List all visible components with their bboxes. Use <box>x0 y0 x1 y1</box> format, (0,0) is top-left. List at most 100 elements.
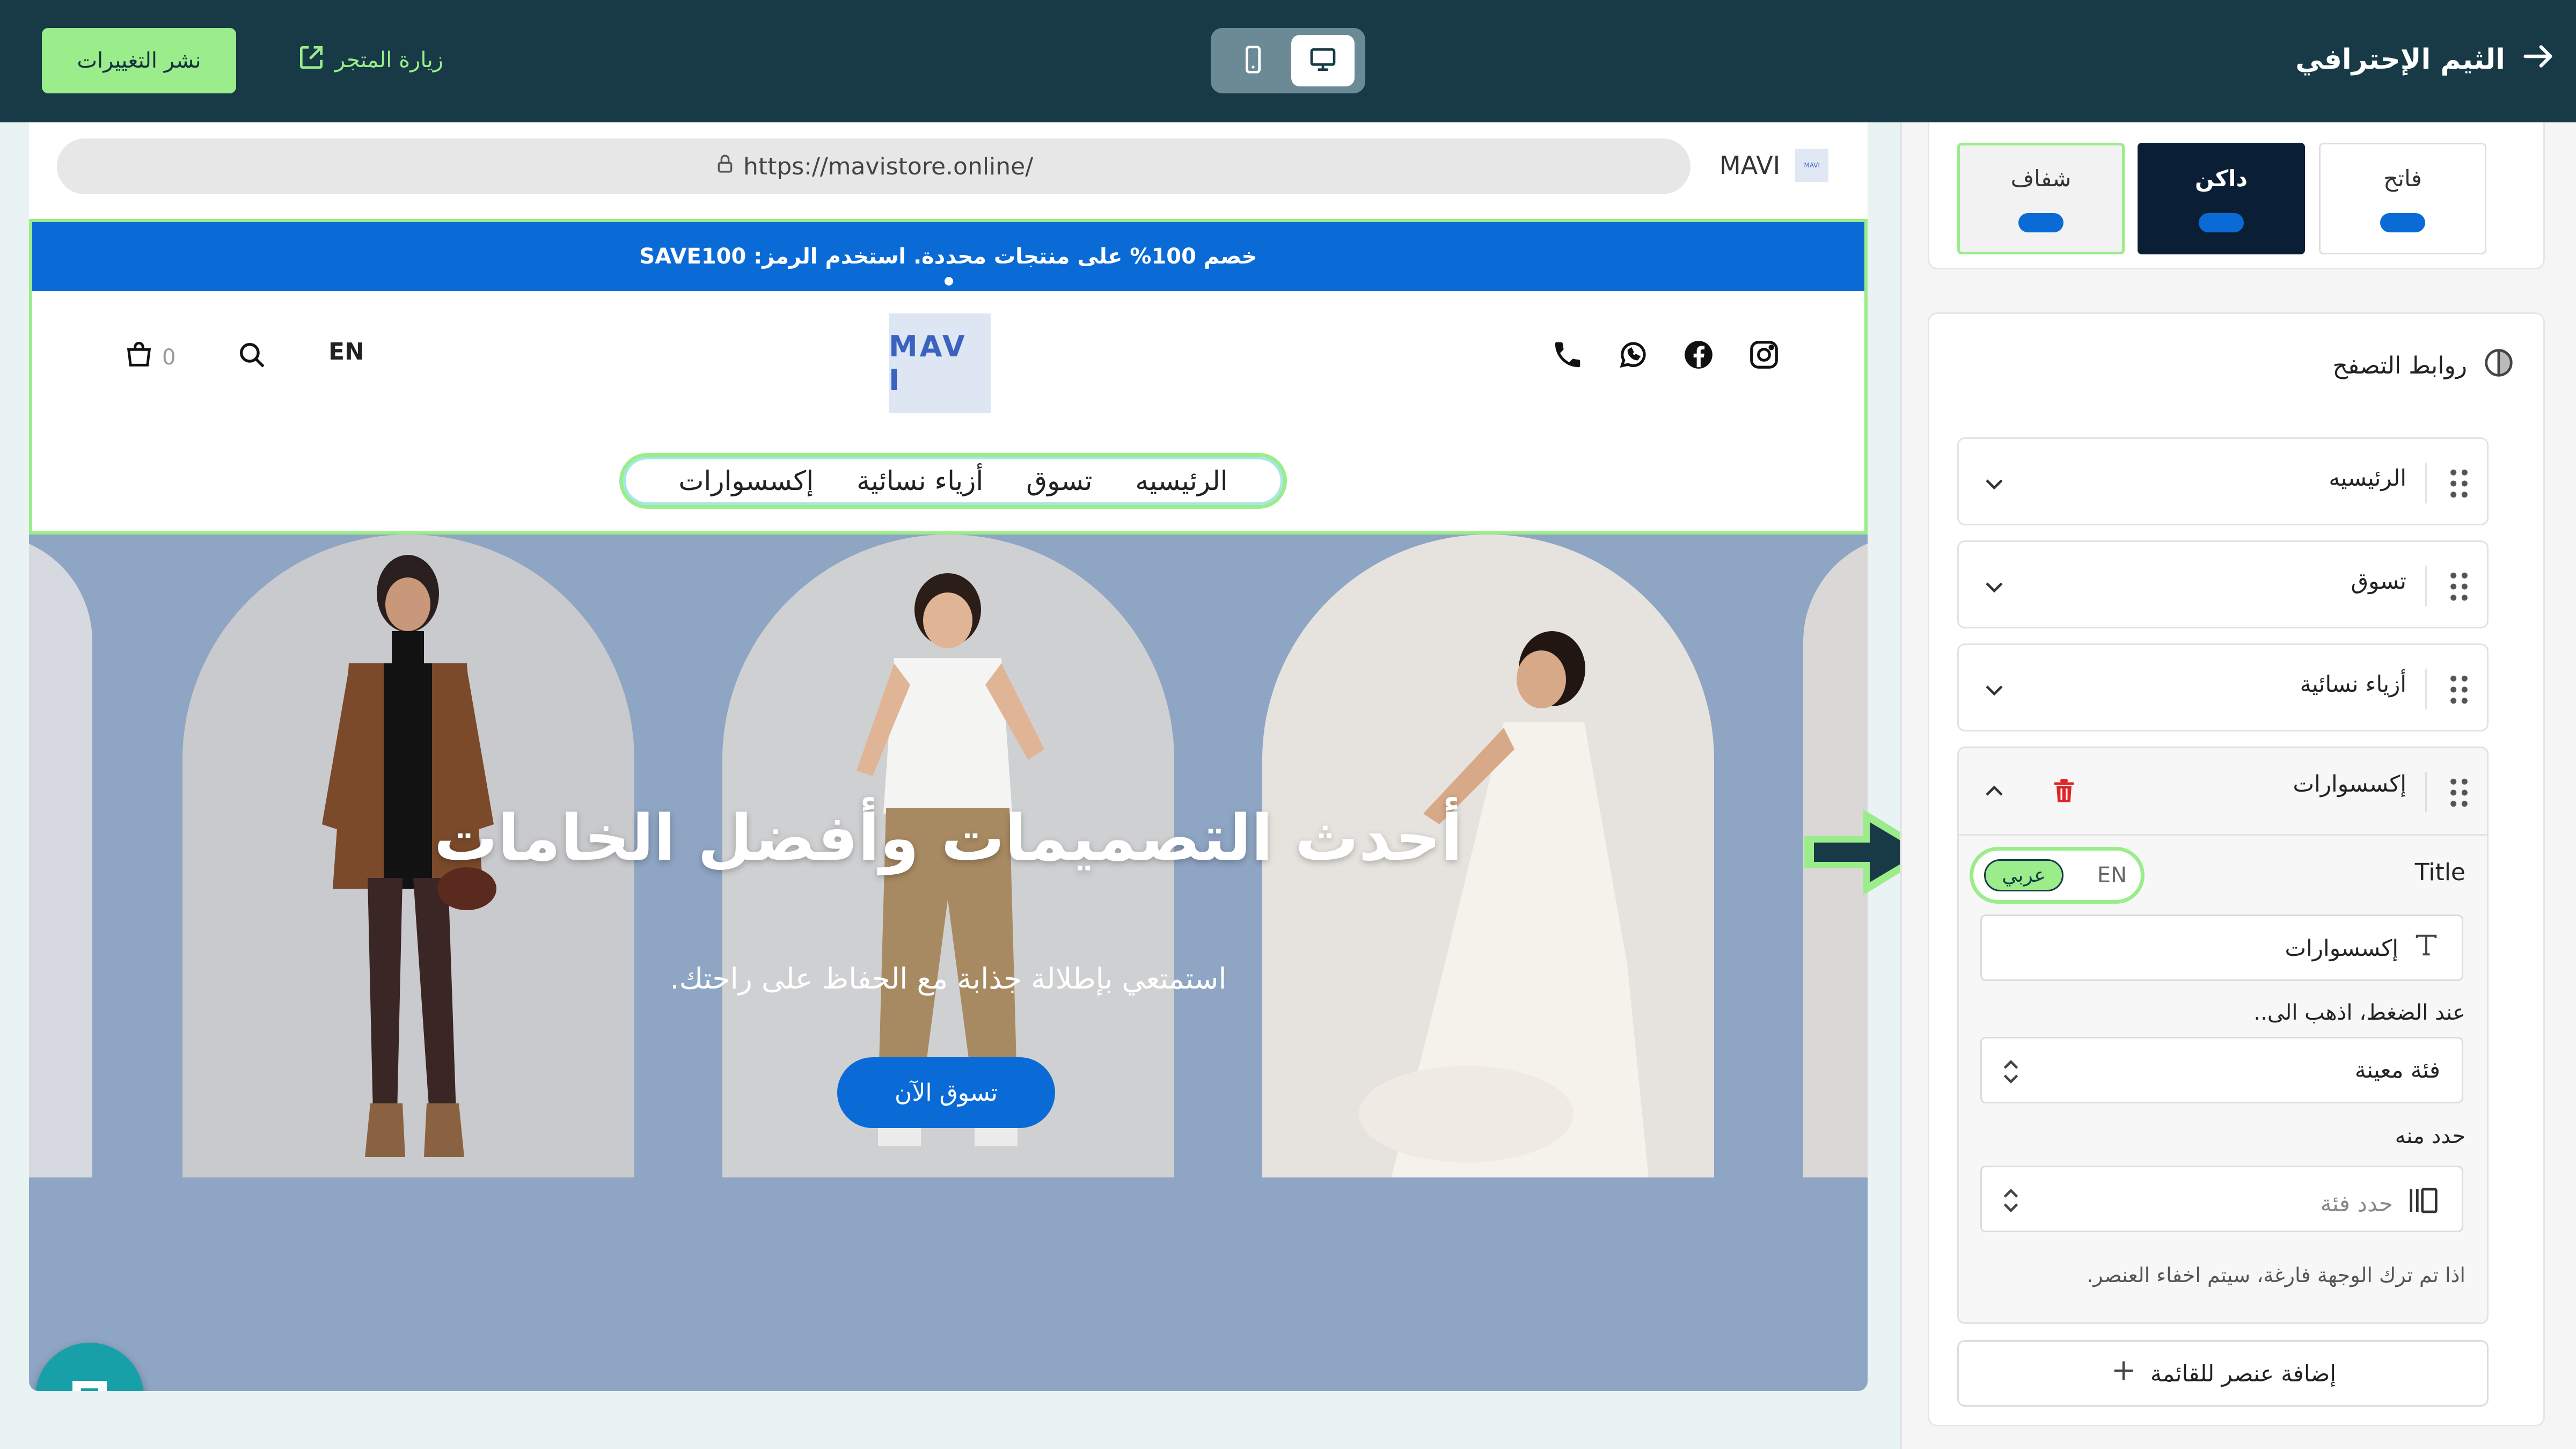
phone-icon[interactable] <box>1551 338 1584 371</box>
bottom-strip <box>0 1411 1900 1449</box>
title-input[interactable]: إكسسوارات <box>1980 914 2463 981</box>
nav-link-item-label: الرئيسيه <box>2329 465 2406 491</box>
device-switcher <box>1211 28 1365 93</box>
store-name-text: MAVI <box>1719 151 1781 180</box>
desktop-view-button[interactable] <box>1291 35 1355 86</box>
nav-link-accessories[interactable]: إكسسوارات <box>678 465 814 496</box>
up-down-chevron-icon <box>2000 1185 2022 1218</box>
add-menu-item-label: إضافة عنصر للقائمة <box>2150 1360 2336 1387</box>
external-link-icon <box>296 42 326 78</box>
cart-icon <box>123 339 155 376</box>
instagram-icon[interactable] <box>1747 338 1781 371</box>
url-text: https://mavistore.online/ <box>743 152 1034 180</box>
header-row: 0 EN MAV I <box>32 291 1864 425</box>
browser-bar: https://mavistore.online/ MAVI MAVI <box>29 122 1868 219</box>
style-option-dark[interactable]: داكن <box>2138 143 2305 254</box>
store-preview: https://mavistore.online/ MAVI MAVI خصم … <box>29 122 1868 1391</box>
mobile-view-button[interactable] <box>1221 35 1285 86</box>
select-from-label: حدد منه <box>2395 1124 2465 1148</box>
search-button[interactable] <box>236 339 267 372</box>
nav-link-home[interactable]: الرئيسيه <box>1135 465 1227 496</box>
announcement-dot <box>945 277 953 286</box>
trash-icon[interactable] <box>2049 775 2079 809</box>
store-logo[interactable]: MAV I <box>889 313 991 413</box>
item-separator <box>2425 772 2427 813</box>
nav-link-item-label: أزياء نسائية <box>2300 671 2406 697</box>
category-icon <box>2407 1185 2440 1221</box>
drag-handle-icon[interactable] <box>2447 776 2471 811</box>
chat-icon <box>64 1370 115 1391</box>
chevron-down-icon[interactable] <box>1979 469 2009 501</box>
lang-option-english[interactable]: EN <box>2097 863 2127 888</box>
style-option-label: فاتح <box>2383 165 2422 192</box>
divider <box>1959 834 2487 836</box>
announcement-text: خصم 100% على منتجات محددة. استخدم الرمز:… <box>639 244 1257 269</box>
add-menu-item-button[interactable]: إضافة عنصر للقائمة <box>1957 1340 2489 1407</box>
site-header: خصم 100% على منتجات محددة. استخدم الرمز:… <box>29 219 1868 548</box>
destination-type-value: فئة معينة <box>2354 1057 2440 1083</box>
links-section-title: روابط التصفح <box>2332 352 2467 379</box>
visit-store-link[interactable]: زيارة المتجر <box>296 39 443 82</box>
desktop-icon <box>1308 45 1338 77</box>
style-swatch <box>2018 213 2063 232</box>
style-option-light[interactable]: فاتح <box>2319 143 2486 254</box>
navigation-links-card: روابط التصفح الرئيسيه تسوق أزياء نسائية … <box>1928 312 2545 1426</box>
empty-destination-hint: اذا تم ترك الوجهة فارغة، سيتم اخفاء العن… <box>2087 1263 2465 1287</box>
theme-title: الثيم الإحترافي <box>2295 30 2557 89</box>
title-field-label: Title <box>2414 859 2465 886</box>
destination-type-select[interactable]: فئة معينة <box>1980 1037 2463 1103</box>
drag-handle-icon[interactable] <box>2447 570 2471 605</box>
up-down-chevron-icon <box>2000 1057 2022 1089</box>
title-language-toggle: عربي EN <box>1970 847 2145 904</box>
nav-link-item[interactable]: الرئيسيه <box>1957 437 2489 525</box>
category-select[interactable]: حدد فئة <box>1980 1166 2463 1232</box>
nav-link-item[interactable]: تسوق <box>1957 540 2489 628</box>
hero-subtitle: استمتعي بإطلالة جذابة مع الحفاظ على راحت… <box>670 962 1227 996</box>
links-section-header: روابط التصفح <box>2333 346 2515 385</box>
nav-link-item-expanded: إكسسوارات Title عربي EN إكسسوارات عند ال… <box>1957 747 2489 1324</box>
item-separator <box>2425 463 2427 503</box>
nav-link-item[interactable]: أزياء نسائية <box>1957 643 2489 731</box>
lock-icon <box>714 153 736 180</box>
publish-changes-button[interactable]: نشر التغييرات <box>42 28 236 93</box>
header-style-card: شفاف داكن فاتح <box>1928 122 2545 269</box>
search-icon <box>236 343 267 372</box>
drag-handle-icon[interactable] <box>2447 467 2471 502</box>
item-separator <box>2425 669 2427 709</box>
whatsapp-icon[interactable] <box>1616 338 1650 371</box>
shop-now-button[interactable]: تسوق الآن <box>837 1057 1055 1128</box>
lang-option-arabic[interactable]: عربي <box>1984 859 2063 891</box>
social-links <box>1551 338 1781 371</box>
cart-count: 0 <box>162 345 176 370</box>
settings-panel: شفاف داكن فاتح روابط التصفح الرئيسيه تسو… <box>1900 122 2576 1449</box>
style-option-label: داكن <box>2194 165 2248 192</box>
logo-text: MAV I <box>889 330 967 397</box>
style-option-label: شفاف <box>2010 165 2072 192</box>
main-navigation: الرئيسيه تسوق أزياء نسائية إكسسوارات <box>619 453 1287 509</box>
style-option-transparent[interactable]: شفاف <box>1957 143 2125 254</box>
mobile-icon <box>1238 45 1268 77</box>
cart-button[interactable]: 0 <box>123 339 175 376</box>
nav-link-shop[interactable]: تسوق <box>1026 465 1092 496</box>
chat-widget-button[interactable] <box>35 1343 144 1391</box>
chevron-down-icon[interactable] <box>1979 572 2009 604</box>
item-separator <box>2425 566 2427 606</box>
category-placeholder: حدد فئة <box>2320 1190 2393 1217</box>
category-select-value: حدد فئة <box>2321 1185 2440 1221</box>
hero-title: أحدث التصميمات وأفضل الخامات <box>434 801 1463 875</box>
theme-title-text: الثيم الإحترافي <box>2295 43 2505 76</box>
chevron-down-icon[interactable] <box>1979 675 2009 707</box>
visit-store-label: زيارة المتجر <box>335 48 444 72</box>
title-input-value: إكسسوارات <box>2285 934 2398 961</box>
chevron-up-icon[interactable] <box>1979 776 2009 808</box>
back-arrow-icon[interactable] <box>2519 38 2557 82</box>
store-identity: MAVI MAVI <box>1719 144 1829 187</box>
language-toggle[interactable]: EN <box>328 338 364 365</box>
hero-banner: أحدث التصميمات وأفضل الخامات استمتعي بإط… <box>29 535 1868 1391</box>
drag-handle-icon[interactable] <box>2447 673 2471 708</box>
nav-link-womens-fashion[interactable]: أزياء نسائية <box>857 465 983 496</box>
plus-icon <box>2110 1357 2138 1390</box>
top-bar: نشر التغييرات زيارة المتجر الثيم الإحترا… <box>0 0 2576 122</box>
nav-link-item-label: تسوق <box>2351 568 2406 594</box>
facebook-icon[interactable] <box>1682 338 1715 371</box>
